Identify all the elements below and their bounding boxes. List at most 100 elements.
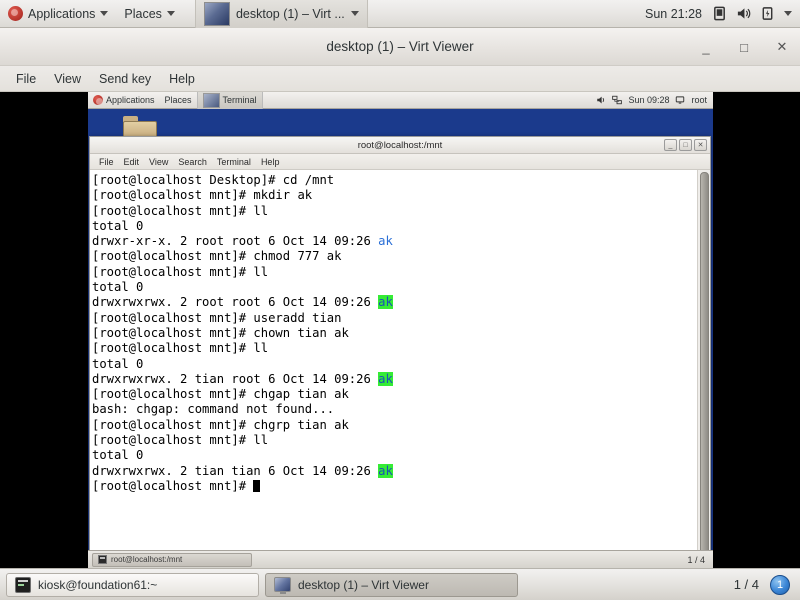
terminal-window[interactable]: root@localhost:/mnt _ □ ✕ File Edit View… <box>89 136 711 557</box>
user-icon[interactable] <box>675 95 685 105</box>
places-menu[interactable]: Places <box>116 0 183 28</box>
volume-icon[interactable] <box>596 95 606 105</box>
terminal-scrollbar-thumb[interactable] <box>700 172 709 554</box>
terminal-line: [root@localhost mnt]# ll <box>92 264 269 279</box>
terminal-menu-file[interactable]: File <box>94 155 119 169</box>
minimize-button[interactable]: _ <box>698 39 714 55</box>
guest-clock[interactable]: Sun 09:28 <box>628 95 669 105</box>
host-top-panel: Applications Places desktop (1) – Virt .… <box>0 0 800 28</box>
fedora-logo-icon <box>8 6 23 21</box>
guest-panel-window-item[interactable]: Terminal <box>196 92 263 109</box>
host-panel-window-item[interactable]: desktop (1) – Virt ... <box>194 0 368 28</box>
taskbar-button-virt-viewer[interactable]: desktop (1) – Virt Viewer <box>265 572 518 597</box>
chevron-down-icon <box>166 11 175 16</box>
menu-file[interactable]: File <box>8 69 44 89</box>
terminal-line: [root@localhost Desktop]# cd /mnt <box>92 173 335 187</box>
terminal-line: bash: chgap: command not found... <box>92 402 335 417</box>
volume-icon[interactable] <box>736 6 751 21</box>
terminal-line: total 0 <box>92 218 144 233</box>
taskbar-button-terminal[interactable]: kiosk@foundation61:~ <box>6 572 259 597</box>
terminal-menu-view[interactable]: View <box>144 155 173 169</box>
guest-applications-label: Applications <box>106 95 155 105</box>
taskbar-button-terminal-label: kiosk@foundation61:~ <box>38 577 158 592</box>
close-button[interactable]: ✕ <box>774 39 790 55</box>
host-clock[interactable]: Sun 21:28 <box>635 7 712 21</box>
terminal-body[interactable]: [root@localhost Desktop]# cd /mnt [root@l… <box>90 170 710 556</box>
terminal-menu-help[interactable]: Help <box>256 155 285 169</box>
virt-viewer-title: desktop (1) – Virt Viewer <box>326 39 474 54</box>
monitor-icon <box>274 577 291 594</box>
guest-desktop[interactable]: Applications Places Terminal Sun 09:28 r… <box>88 92 713 568</box>
terminal-line: total 0 <box>92 280 144 295</box>
virt-viewer-window: desktop (1) – Virt Viewer _ □ ✕ File Vie… <box>0 28 800 568</box>
terminal-directory-name: ak <box>378 463 393 478</box>
window-thumbnail-icon <box>202 92 220 108</box>
menu-send-key[interactable]: Send key <box>91 69 159 89</box>
host-system-tray <box>712 6 800 21</box>
terminal-line: [root@localhost mnt]# chown tian ak <box>92 325 349 340</box>
chevron-down-icon <box>100 11 109 16</box>
terminal-line: total 0 <box>92 356 144 371</box>
maximize-button[interactable]: □ <box>736 39 752 55</box>
window-thumbnail-icon <box>203 1 230 26</box>
guest-taskbar-window-button[interactable]: root@localhost:/mnt <box>92 552 252 567</box>
screen: Applications Places desktop (1) – Virt .… <box>0 0 800 600</box>
guest-top-panel: Applications Places Terminal Sun 09:28 r… <box>88 92 713 109</box>
terminal-line: [root@localhost mnt]# ll <box>92 203 269 218</box>
menu-help[interactable]: Help <box>161 69 203 89</box>
display-icon[interactable] <box>712 6 727 21</box>
guest-system-tray: Sun 09:28 root <box>596 95 713 105</box>
terminal-icon <box>98 555 107 564</box>
terminal-line: drwxrwxrwx. 2 root root 6 Oct 14 09:26 a… <box>92 295 393 310</box>
terminal-line: [root@localhost mnt]# mkdir ak <box>92 188 313 203</box>
terminal-icon <box>15 576 31 593</box>
maximize-button[interactable]: □ <box>679 139 692 151</box>
places-menu-label: Places <box>124 6 162 21</box>
battery-icon[interactable] <box>760 6 775 21</box>
terminal-directory-name: ak <box>378 295 393 310</box>
terminal-menu-search[interactable]: Search <box>173 155 212 169</box>
terminal-menu-terminal[interactable]: Terminal <box>212 155 256 169</box>
host-taskbar: kiosk@foundation61:~ desktop (1) – Virt … <box>0 568 800 600</box>
terminal-output[interactable]: [root@localhost Desktop]# cd /mnt [root@l… <box>90 170 697 556</box>
minimize-button[interactable]: _ <box>664 139 677 151</box>
guest-applications-menu[interactable]: Applications <box>88 92 160 109</box>
virt-viewer-menubar: File View Send key Help <box>0 66 800 92</box>
terminal-line: drwxrwxrwx. 2 tian root 6 Oct 14 09:26 a… <box>92 371 393 386</box>
guest-workspace-pager[interactable]: 1 / 4 <box>687 555 709 565</box>
network-icon[interactable] <box>612 95 623 105</box>
host-panel-window-label: desktop (1) – Virt ... <box>235 6 345 21</box>
terminal-line: total 0 <box>92 448 144 463</box>
terminal-title: root@localhost:/mnt <box>357 139 443 151</box>
menu-view[interactable]: View <box>46 69 89 89</box>
guest-user-label[interactable]: root <box>691 95 707 105</box>
applications-menu-label: Applications <box>28 6 96 21</box>
terminal-line: [root@localhost mnt]# useradd tian <box>92 310 342 325</box>
terminal-line: [root@localhost mnt]# <box>92 479 697 494</box>
terminal-line: [root@localhost mnt]# ll <box>92 341 269 356</box>
terminal-menubar: File Edit View Search Terminal Help <box>90 154 710 170</box>
guest-panel-window-label: Terminal <box>222 95 257 105</box>
terminal-line: [root@localhost mnt]# chmod 777 ak <box>92 249 342 264</box>
virt-viewer-window-controls: _ □ ✕ <box>698 28 790 66</box>
terminal-directory-name: ak <box>378 234 393 249</box>
terminal-line: [root@localhost mnt]# ll <box>92 433 269 448</box>
guest-taskbar: root@localhost:/mnt 1 / 4 <box>88 550 713 568</box>
chevron-down-icon <box>350 11 359 16</box>
workspace-indicator[interactable]: 1 <box>770 574 790 595</box>
terminal-window-controls: _ □ ✕ <box>664 139 707 151</box>
terminal-menu-edit[interactable]: Edit <box>119 155 145 169</box>
guest-places-label: Places <box>164 95 192 105</box>
close-button[interactable]: ✕ <box>694 139 707 151</box>
terminal-scrollbar[interactable] <box>697 170 710 556</box>
terminal-directory-name: ak <box>378 371 393 386</box>
virt-viewer-titlebar[interactable]: desktop (1) – Virt Viewer _ □ ✕ <box>0 28 800 66</box>
host-workspace-pager[interactable]: 1 / 4 <box>734 577 764 592</box>
terminal-titlebar[interactable]: root@localhost:/mnt _ □ ✕ <box>90 137 710 154</box>
taskbar-button-virt-viewer-label: desktop (1) – Virt Viewer <box>298 577 429 592</box>
terminal-cursor <box>253 479 261 492</box>
guest-places-menu[interactable]: Places <box>160 92 197 109</box>
guest-display-viewport[interactable]: Applications Places Terminal Sun 09:28 r… <box>0 92 800 568</box>
applications-menu[interactable]: Applications <box>0 0 116 28</box>
chevron-down-icon[interactable] <box>784 11 792 16</box>
